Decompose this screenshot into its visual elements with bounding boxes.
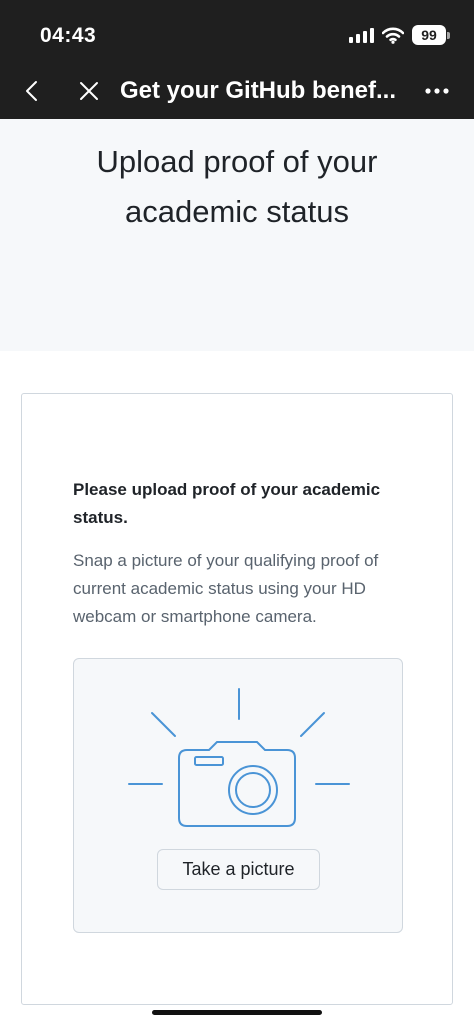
- more-icon[interactable]: [422, 78, 452, 104]
- page-header: Upload proof of your academic status: [0, 119, 474, 351]
- chevron-left-icon[interactable]: [18, 76, 46, 106]
- page-title: Upload proof of your academic status: [96, 144, 378, 229]
- upload-area[interactable]: Take a picture: [73, 658, 403, 933]
- close-icon[interactable]: [74, 76, 104, 106]
- status-icons: 99: [349, 25, 450, 45]
- wifi-icon: [382, 27, 404, 44]
- home-indicator: [152, 1010, 322, 1015]
- upload-card: Please upload proof of your academic sta…: [21, 393, 453, 1005]
- battery-icon: 99: [412, 25, 450, 45]
- navigation-bar: Get your GitHub benef...: [0, 64, 474, 119]
- upload-description: Snap a picture of your qualifying proof …: [73, 551, 379, 626]
- battery-level: 99: [412, 25, 446, 45]
- cellular-signal-icon: [349, 27, 374, 43]
- take-picture-button[interactable]: Take a picture: [157, 849, 320, 890]
- camera-icon: [128, 688, 350, 827]
- status-bar: 04:43 99: [0, 0, 474, 64]
- upload-heading: Please upload proof of your academic sta…: [73, 480, 381, 527]
- nav-title: Get your GitHub benef...: [120, 77, 397, 104]
- status-time: 04:43: [40, 24, 97, 47]
